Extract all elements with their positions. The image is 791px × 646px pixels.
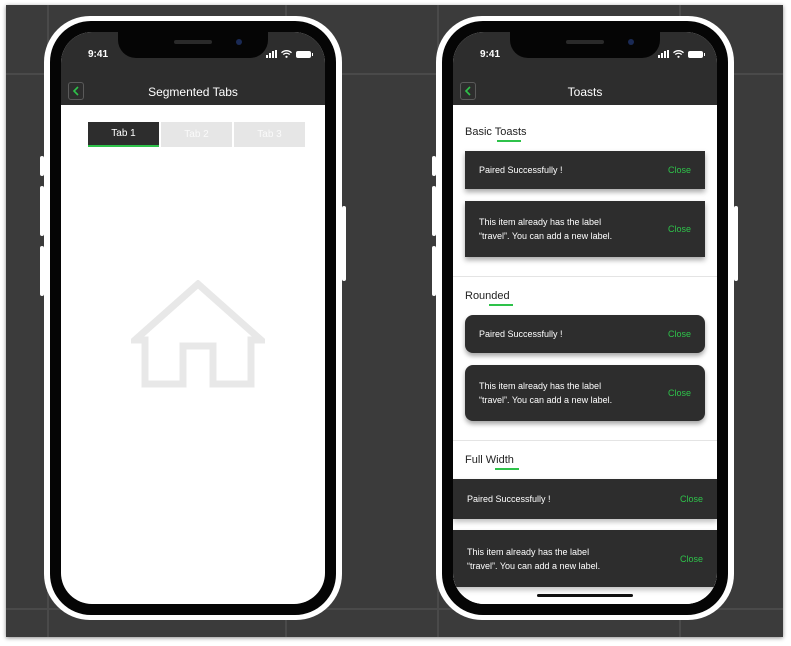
- section-underline: [489, 304, 513, 306]
- screen-title: Toasts: [567, 85, 603, 99]
- tab-2[interactable]: Tab 2: [161, 122, 232, 147]
- tab-1[interactable]: Tab 1: [88, 122, 159, 147]
- close-button[interactable]: Close: [668, 224, 691, 234]
- toast-basic-long: This item already has the label “travel”.…: [465, 201, 705, 257]
- battery-icon: [688, 50, 705, 58]
- toast-message-line: This item already has the label: [479, 217, 602, 227]
- home-indicator: [537, 594, 633, 597]
- cellular-signal-icon: [266, 50, 277, 58]
- status-time: 9:41: [480, 49, 501, 60]
- presentation-canvas: 9:41 Segmented Tabs Tab 1 Tab 2 Tab 3 9:…: [6, 5, 783, 637]
- wifi-icon: [673, 50, 684, 58]
- toast-message-line: “travel”. You can add a new label.: [479, 395, 613, 405]
- phone-toasts: 9:41 Toasts Basic Toasts Paired Successf…: [432, 16, 738, 620]
- power-button: [734, 206, 738, 281]
- volume-down-button: [40, 246, 44, 296]
- close-button[interactable]: Close: [668, 165, 691, 175]
- phone-frame: 9:41 Segmented Tabs Tab 1 Tab 2 Tab 3: [50, 21, 336, 615]
- status-time: 9:41: [88, 49, 109, 60]
- section-underline: [495, 468, 519, 470]
- section-title-basic: Basic Toasts: [465, 126, 527, 142]
- toast-message: This item already has the label “travel”.…: [467, 545, 600, 573]
- screen: 9:41 Segmented Tabs Tab 1 Tab 2 Tab 3: [61, 32, 325, 604]
- phone-segmented-tabs: 9:41 Segmented Tabs Tab 1 Tab 2 Tab 3: [40, 16, 346, 620]
- speaker-grille: [174, 40, 212, 44]
- section-divider: [453, 276, 717, 277]
- toast-basic-short: Paired Successfully ! Close: [465, 151, 705, 189]
- wifi-icon: [281, 50, 292, 58]
- toast-message-line: “travel”. You can add a new label.: [467, 560, 601, 571]
- section-title-text: Rounded: [465, 290, 510, 302]
- section-title-full-width: Full Width: [465, 454, 519, 470]
- close-button[interactable]: Close: [680, 554, 703, 564]
- volume-down-button: [432, 246, 436, 296]
- toast-message: This item already has the label “travel”.…: [479, 215, 612, 243]
- toast-message-line: This item already has the label: [467, 546, 590, 557]
- toast-message-line: This item already has the label: [479, 381, 602, 391]
- toast-full-short: Paired Successfully ! Close: [453, 479, 717, 519]
- home-icon: [131, 280, 265, 388]
- toast-rounded-short: Paired Successfully ! Close: [465, 315, 705, 353]
- mute-switch: [432, 156, 436, 176]
- toast-message-line: “travel”. You can add a new label.: [479, 231, 613, 241]
- volume-up-button: [432, 186, 436, 236]
- speaker-grille: [566, 40, 604, 44]
- tab-3[interactable]: Tab 3: [234, 122, 305, 147]
- mute-switch: [40, 156, 44, 176]
- close-button[interactable]: Close: [668, 329, 691, 339]
- front-camera: [236, 39, 242, 45]
- cellular-signal-icon: [658, 50, 669, 58]
- section-underline: [497, 140, 521, 142]
- status-icons: [658, 50, 705, 58]
- segmented-control: Tab 1 Tab 2 Tab 3: [88, 122, 305, 147]
- section-title-text: Full Width: [465, 454, 514, 466]
- notch: [118, 32, 268, 58]
- toast-full-long: This item already has the label “travel”.…: [453, 530, 717, 587]
- toast-message: Paired Successfully !: [479, 165, 563, 175]
- section-divider: [453, 440, 717, 441]
- power-button: [342, 206, 346, 281]
- notch: [510, 32, 660, 58]
- toast-list: Basic Toasts Paired Successfully ! Close…: [453, 105, 717, 604]
- phone-frame: 9:41 Toasts Basic Toasts Paired Successf…: [442, 21, 728, 615]
- close-button[interactable]: Close: [668, 388, 691, 398]
- front-camera: [628, 39, 634, 45]
- screen-title: Segmented Tabs: [148, 85, 238, 99]
- close-button[interactable]: Close: [680, 494, 703, 504]
- section-title-text: Basic Toasts: [465, 126, 527, 138]
- toast-rounded-long: This item already has the label “travel”.…: [465, 365, 705, 421]
- battery-icon: [296, 50, 313, 58]
- toast-message: This item already has the label “travel”.…: [479, 379, 612, 407]
- toast-message: Paired Successfully !: [467, 494, 551, 504]
- volume-up-button: [40, 186, 44, 236]
- screen: 9:41 Toasts Basic Toasts Paired Successf…: [453, 32, 717, 604]
- toast-message: Paired Successfully !: [479, 329, 563, 339]
- section-title-rounded: Rounded: [465, 290, 513, 306]
- status-icons: [266, 50, 313, 58]
